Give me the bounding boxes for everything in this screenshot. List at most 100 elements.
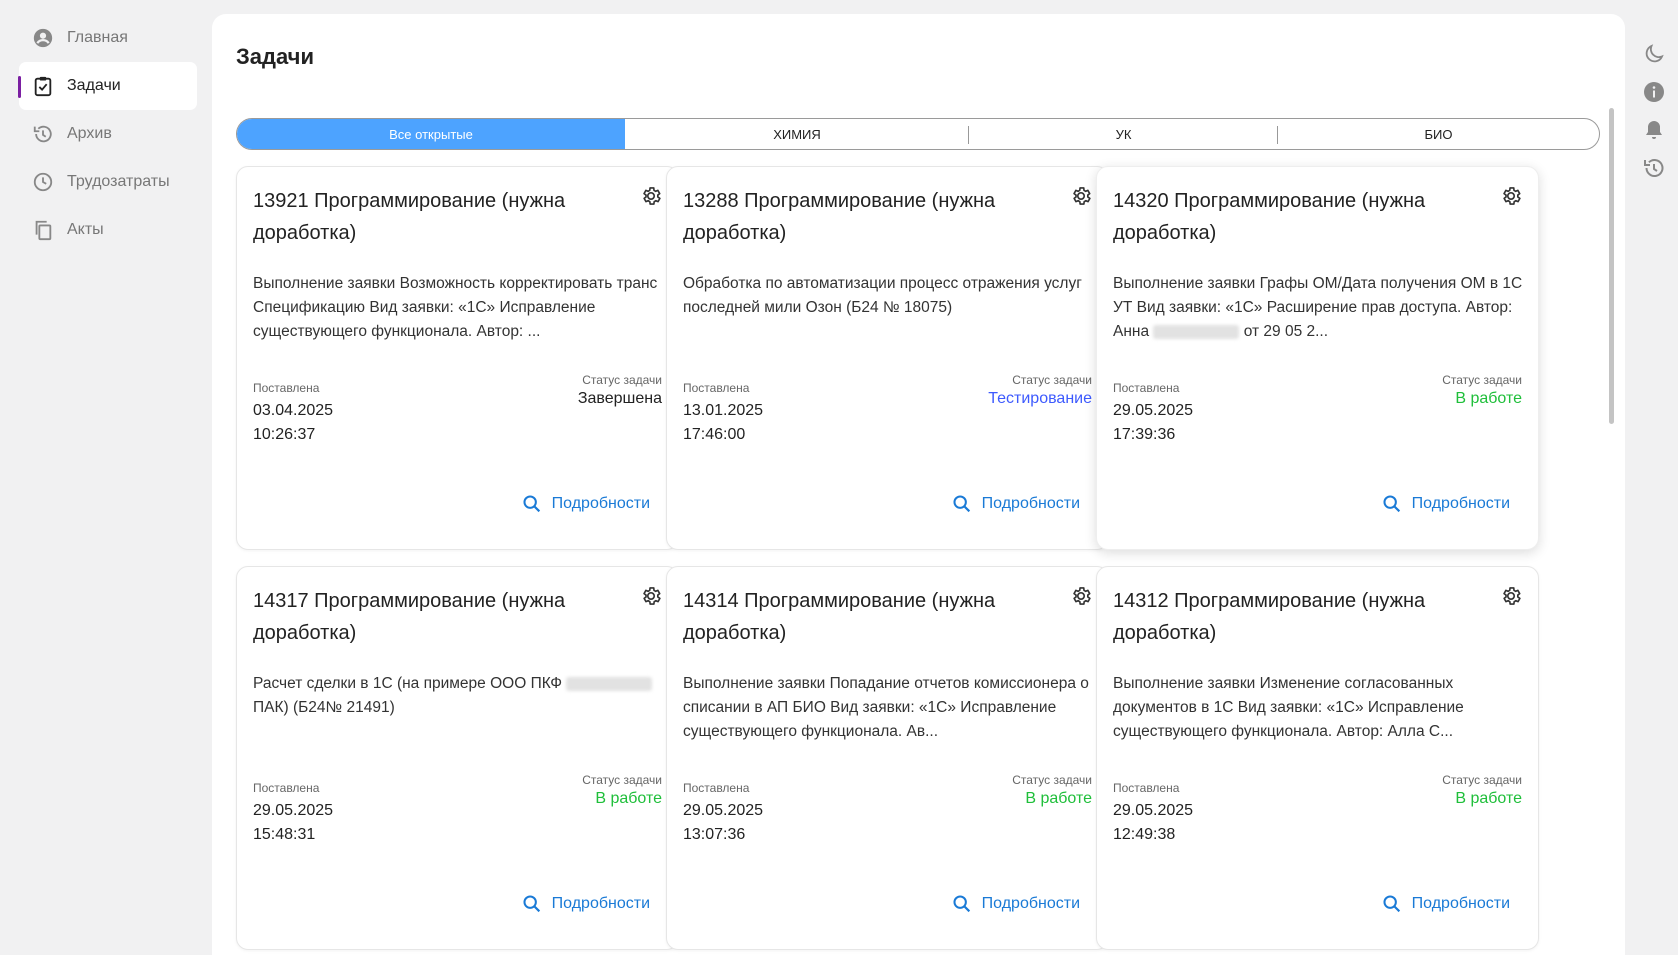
placed-datetime: 03.04.2025 10:26:37 xyxy=(253,399,333,447)
details-label: Подробности xyxy=(1411,495,1510,512)
task-card: 14314 Программирование (нужна доработка)… xyxy=(666,566,1109,950)
task-description: Расчет сделки в 1С (на примере ООО ПКФ П… xyxy=(253,672,663,720)
sidebar-item-label: Задачи xyxy=(67,77,121,94)
details-button[interactable]: Подробности xyxy=(521,493,650,515)
sidebar-item-label: Трудозатраты xyxy=(67,173,170,190)
gear-icon[interactable] xyxy=(640,585,662,607)
scrollbar[interactable] xyxy=(1609,108,1614,424)
search-icon xyxy=(1383,895,1400,913)
sidebar-item-archive[interactable]: Архив xyxy=(19,110,197,158)
description-text: от 29 05 2... xyxy=(1243,323,1329,340)
copy-icon xyxy=(32,219,54,241)
search-icon xyxy=(523,495,540,513)
sidebar-item-label: Главная xyxy=(67,29,128,46)
status-label: Статус задачи xyxy=(582,773,662,787)
placed-date: 13.01.2025 xyxy=(683,402,764,419)
status-label: Статус задачи xyxy=(1012,373,1092,387)
search-icon xyxy=(1383,495,1400,513)
status-value: В работе xyxy=(595,790,662,807)
tab-all-open[interactable]: Все открытые xyxy=(237,119,625,149)
gear-icon[interactable] xyxy=(1070,185,1092,207)
history-icon[interactable] xyxy=(1642,156,1666,180)
placed-datetime: 29.05.2025 15:48:31 xyxy=(253,799,333,847)
tab-bio[interactable]: БИО xyxy=(1278,119,1599,149)
sidebar-item-labor-costs[interactable]: Трудозатраты xyxy=(19,158,197,206)
redacted-text xyxy=(566,676,653,691)
placed-time: 17:46:00 xyxy=(683,426,746,443)
bell-icon[interactable] xyxy=(1642,118,1666,142)
gear-icon[interactable] xyxy=(1070,585,1092,607)
placed-datetime: 29.05.2025 17:39:36 xyxy=(1113,399,1193,447)
task-description: Выполнение заявки Изменение согласованны… xyxy=(1113,675,1464,740)
task-description: Выполнение заявки Графы ОМ/Дата получени… xyxy=(1113,272,1523,344)
sidebar-item-tasks[interactable]: Задачи xyxy=(18,62,197,110)
task-title: 14312 Программирование (нужна доработка) xyxy=(1113,590,1426,644)
search-icon xyxy=(953,495,970,513)
main-panel: Задачи Все открытые ХИМИЯ УК БИО 13921 П… xyxy=(212,14,1625,955)
placed-label: Поставлена xyxy=(253,781,320,795)
description-text: ПАК) (Б24№ 21491) xyxy=(253,699,395,716)
details-label: Подробности xyxy=(551,495,650,512)
status-value: В работе xyxy=(1025,790,1092,807)
task-card: 14312 Программирование (нужна доработка)… xyxy=(1096,566,1539,950)
placed-time: 15:48:31 xyxy=(253,826,316,843)
details-button[interactable]: Подробности xyxy=(951,893,1080,915)
description-text: Расчет сделки в 1С (на примере ООО ПКФ xyxy=(253,675,563,692)
task-description: Выполнение заявки Попадание отчетов коми… xyxy=(683,675,1089,740)
task-description: Обработка по автоматизации процесс отраж… xyxy=(683,275,1082,316)
placed-label: Поставлена xyxy=(253,381,320,395)
clock-icon xyxy=(32,171,54,193)
task-description: Выполнение заявки Возможность корректиро… xyxy=(253,275,658,340)
details-label: Подробности xyxy=(551,895,650,912)
status-value: Завершена xyxy=(577,390,662,407)
task-title: 14317 Программирование (нужна доработка) xyxy=(253,590,566,644)
details-label: Подробности xyxy=(981,895,1080,912)
sidebar-item-home[interactable]: Главная xyxy=(19,14,197,62)
task-card: 13921 Программирование (нужна доработка)… xyxy=(236,166,679,550)
status-label: Статус задачи xyxy=(1012,773,1092,787)
status-value: В работе xyxy=(1455,390,1522,407)
gear-icon[interactable] xyxy=(1500,185,1522,207)
history-icon xyxy=(32,123,54,145)
placed-date: 29.05.2025 xyxy=(1113,402,1194,419)
page-title: Задачи xyxy=(236,44,314,69)
placed-time: 10:26:37 xyxy=(253,426,316,443)
gear-icon[interactable] xyxy=(1500,585,1522,607)
details-button[interactable]: Подробности xyxy=(1381,493,1510,515)
details-label: Подробности xyxy=(981,495,1080,512)
details-button[interactable]: Подробности xyxy=(1381,893,1510,915)
right-rail xyxy=(1642,42,1666,194)
tab-uk[interactable]: УК xyxy=(969,119,1278,149)
account-circle-icon xyxy=(32,27,54,49)
placed-datetime: 29.05.2025 12:49:38 xyxy=(1113,799,1193,847)
sidebar: Главная Задачи Архив Трудозатраты Акты xyxy=(18,14,197,254)
placed-label: Поставлена xyxy=(1113,781,1180,795)
details-label: Подробности xyxy=(1411,895,1510,912)
placed-time: 17:39:36 xyxy=(1113,426,1176,443)
status-value: В работе xyxy=(1455,790,1522,807)
placed-date: 03.04.2025 xyxy=(253,402,334,419)
redacted-text xyxy=(1153,324,1240,339)
gear-icon[interactable] xyxy=(640,185,662,207)
moon-icon[interactable] xyxy=(1642,42,1666,66)
placed-datetime: 13.01.2025 17:46:00 xyxy=(683,399,763,447)
clipboard-check-icon xyxy=(32,75,54,97)
tab-bar: Все открытые ХИМИЯ УК БИО xyxy=(236,118,1600,150)
tab-chemistry[interactable]: ХИМИЯ xyxy=(625,119,969,149)
status-label: Статус задачи xyxy=(1442,373,1522,387)
task-title: 14314 Программирование (нужна доработка) xyxy=(683,590,996,644)
task-title: 13288 Программирование (нужна доработка) xyxy=(683,190,996,244)
details-button[interactable]: Подробности xyxy=(521,893,650,915)
status-label: Статус задачи xyxy=(582,373,662,387)
task-title: 13921 Программирование (нужна доработка) xyxy=(253,190,566,244)
placed-date: 29.05.2025 xyxy=(253,802,334,819)
sidebar-item-acts[interactable]: Акты xyxy=(19,206,197,254)
sidebar-item-label: Акты xyxy=(67,221,104,238)
task-card: 13288 Программирование (нужна доработка)… xyxy=(666,166,1109,550)
status-label: Статус задачи xyxy=(1442,773,1522,787)
info-icon[interactable] xyxy=(1642,80,1666,104)
task-card: 14317 Программирование (нужна доработка)… xyxy=(236,566,679,950)
details-button[interactable]: Подробности xyxy=(951,493,1080,515)
task-title: 14320 Программирование (нужна доработка) xyxy=(1113,190,1426,244)
placed-time: 13:07:36 xyxy=(683,826,746,843)
